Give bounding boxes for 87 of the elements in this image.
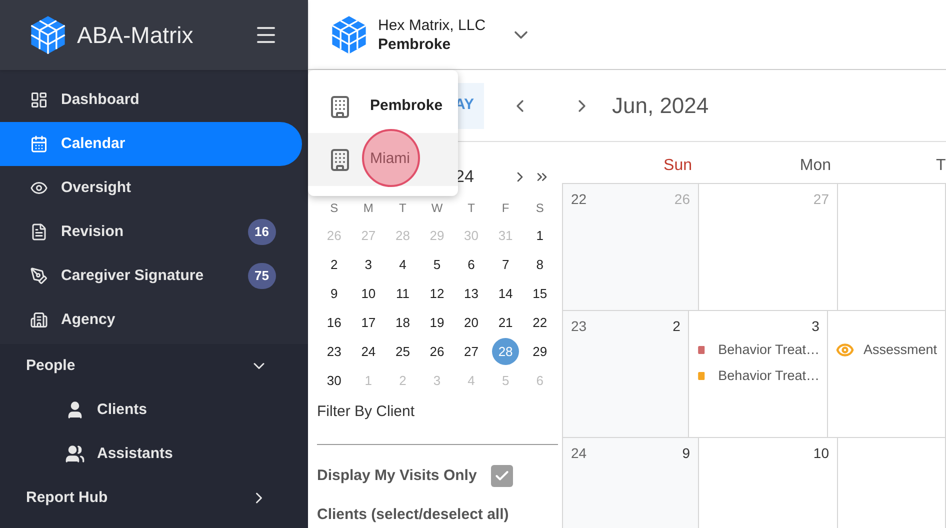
eye-icon	[30, 179, 48, 197]
pen-icon	[30, 267, 48, 285]
count-badge: 75	[248, 263, 276, 289]
nav-item[interactable]: Oversight	[0, 166, 302, 210]
nav-item[interactable]: Dashboard	[0, 78, 302, 122]
day-cell[interactable]: Assessment	[828, 311, 946, 437]
weekday-label: S	[534, 200, 545, 217]
day-number: 3	[812, 317, 820, 334]
mini-calendar-day[interactable]: 3	[354, 251, 382, 278]
month-title: Jun, 2024	[612, 92, 709, 120]
weekday-header: Mon	[798, 156, 831, 176]
mini-calendar-day[interactable]: 16	[320, 309, 348, 336]
mini-calendar-day[interactable]: 18	[389, 309, 416, 336]
calendar-event[interactable]: Behavior Treat…	[697, 366, 820, 386]
weekday-header: Sun	[662, 156, 692, 176]
mini-calendar-day[interactable]: 9	[320, 280, 348, 307]
mini-calendar-day[interactable]: 26	[423, 338, 450, 365]
weekday-label: W	[430, 200, 444, 217]
company-name: Hex Matrix, LLC	[378, 16, 486, 34]
app-name: ABA-Matrix	[77, 20, 194, 50]
day-cell[interactable]: 3 Behavior Treat… Behavior Treat…	[689, 311, 828, 437]
mini-calendar-day[interactable]: 30	[320, 367, 348, 394]
weekday-label: T	[466, 200, 476, 217]
mini-calendar-day[interactable]: 13	[458, 280, 485, 307]
nav-group[interactable]: Report Hub	[0, 476, 308, 520]
mini-calendar-day[interactable]: 6	[458, 251, 485, 278]
people-icon	[65, 444, 85, 464]
mini-calendar-day[interactable]: 8	[526, 251, 554, 278]
mini-calendar-day[interactable]: 23	[320, 338, 348, 365]
my-visits-label: Display My Visits Only	[317, 466, 477, 486]
day-number: 26	[674, 190, 690, 207]
my-visits-checkbox[interactable]	[490, 464, 513, 487]
weekday-label: F	[500, 200, 510, 217]
nav-item[interactable]: Agency	[0, 298, 302, 342]
day-number: 27	[813, 190, 829, 207]
mini-calendar-day[interactable]: 17	[354, 309, 382, 336]
day-cell[interactable]: 10	[699, 438, 838, 528]
mini-calendar-day[interactable]: 11	[389, 280, 416, 307]
nav-item[interactable]: Clients	[0, 388, 308, 432]
mini-calendar-day[interactable]: 27	[458, 338, 485, 365]
clients-label: Clients (select/deselect all)	[317, 505, 510, 525]
location-menu-item[interactable]: Pembroke	[308, 80, 458, 133]
nav-item[interactable]: Assistants	[0, 432, 308, 476]
mini-calendar-day[interactable]: 5	[423, 251, 450, 278]
buildings-icon	[30, 311, 48, 329]
building-icon	[328, 94, 352, 118]
location-name: Pembroke	[378, 34, 452, 54]
mini-calendar-day[interactable]: 1	[526, 222, 554, 249]
mini-calendar-day[interactable]: 2	[320, 251, 348, 278]
mini-calendar-day[interactable]: 29	[526, 338, 554, 365]
mini-calendar-day[interactable]: 4	[389, 251, 416, 278]
mini-calendar-day[interactable]: 24	[354, 338, 382, 365]
mini-calendar-day[interactable]: 7	[492, 251, 520, 278]
weekday-header: T	[936, 156, 946, 176]
nav-item[interactable]: Calendar	[0, 122, 302, 166]
mini-calendar-day[interactable]: 10	[354, 280, 382, 307]
day-cell[interactable]: 24 9	[562, 438, 699, 528]
calendar-icon	[30, 135, 48, 153]
document-icon	[30, 223, 48, 241]
week-number: 23	[571, 317, 587, 334]
week-number: 24	[571, 444, 587, 461]
weekday-label: M	[362, 200, 374, 217]
weekday-label: S	[329, 200, 340, 217]
week-number: 22	[571, 190, 587, 207]
mini-calendar-day[interactable]: 14	[492, 280, 520, 307]
mini-calendar-day[interactable]: 20	[458, 309, 485, 336]
day-number: 10	[813, 444, 829, 461]
day-cell[interactable]: 22 26	[562, 184, 699, 310]
day-number: 9	[682, 444, 690, 461]
weekday-label: T	[398, 200, 408, 217]
count-badge: 16	[248, 219, 276, 245]
mini-calendar-day[interactable]: 19	[423, 309, 450, 336]
mini-calendar-day[interactable]: 25	[389, 338, 416, 365]
nav-item[interactable]: Revision 16	[0, 210, 302, 254]
nav-group[interactable]: People	[0, 344, 308, 388]
filter-label: Filter By Client	[317, 402, 416, 422]
day-cell[interactable]: 23 2	[562, 311, 690, 437]
calendar-event[interactable]: Assessment	[836, 340, 937, 360]
mini-calendar-day[interactable]: 12	[423, 280, 450, 307]
building-icon	[328, 148, 352, 172]
mini-calendar-day[interactable]: 15	[526, 280, 554, 307]
mini-calendar-day[interactable]: 21	[492, 309, 520, 336]
nav-item[interactable]: Caregiver Signature 75	[0, 254, 302, 298]
dashboard-icon	[30, 91, 48, 109]
day-number: 2	[672, 317, 680, 334]
mini-calendar-day[interactable]: 22	[526, 309, 554, 336]
calendar-event[interactable]: Behavior Treat…	[697, 340, 820, 360]
